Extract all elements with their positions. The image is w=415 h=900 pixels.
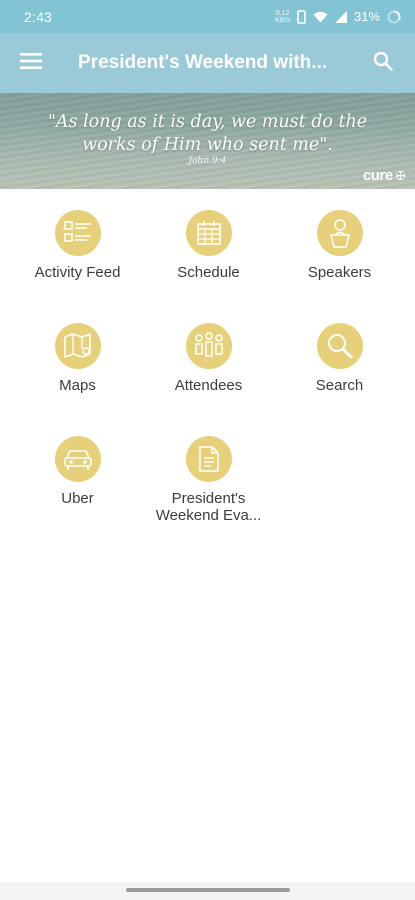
phone-icon — [297, 9, 306, 24]
banner-image[interactable]: "As long as it is day, we must do the wo… — [0, 93, 415, 189]
activity-feed-icon — [54, 210, 101, 256]
speaker-icon — [316, 210, 363, 256]
car-icon — [54, 436, 101, 482]
battery-icon — [387, 10, 401, 24]
search-icon — [373, 51, 393, 76]
hamburger-menu-icon — [20, 52, 42, 75]
attendees-icon — [185, 323, 232, 369]
page-title: President's Weekend with... — [78, 52, 328, 73]
network-speed-value: 0.12 — [275, 9, 290, 17]
map-icon — [54, 323, 101, 369]
battery-percent: 31% — [353, 9, 380, 24]
status-time: 2:43 — [24, 8, 53, 25]
navigation-bar — [0, 882, 415, 900]
banner-reference: John 9:4 — [188, 156, 227, 166]
tile-label: President's Weekend Eva... — [155, 490, 262, 524]
status-icons: 0.12 KB/s 31% — [275, 9, 401, 24]
document-icon — [185, 436, 232, 482]
cure-logo-text: cure — [362, 167, 393, 184]
tile-attendees[interactable]: Attendees — [143, 318, 274, 411]
tile-presidents-weekend-evaluation[interactable]: President's Weekend Eva... — [143, 431, 274, 524]
wifi-icon — [313, 11, 328, 23]
calendar-icon — [185, 210, 232, 256]
banner-quote: "As long as it is day, we must do the wo… — [47, 112, 368, 155]
tile-label: Attendees — [174, 377, 243, 394]
tile-schedule[interactable]: Schedule — [143, 205, 274, 298]
tile-search[interactable]: Search — [274, 318, 405, 411]
cure-logo: cure ✠ — [362, 167, 406, 184]
status-bar: 2:43 0.12 KB/s 31% — [0, 0, 415, 33]
search-icon — [316, 323, 363, 369]
tile-maps[interactable]: Maps — [12, 318, 143, 411]
tile-label: Speakers — [307, 264, 372, 281]
network-speed-unit: KB/s — [275, 16, 290, 24]
search-button[interactable] — [359, 33, 407, 93]
network-speed: 0.12 KB/s — [275, 10, 290, 24]
gesture-handle[interactable] — [126, 888, 290, 892]
tile-uber[interactable]: Uber — [12, 431, 143, 524]
menu-button[interactable] — [0, 33, 62, 93]
tile-speakers[interactable]: Speakers — [274, 205, 405, 298]
tile-label: Maps — [59, 377, 96, 394]
tile-label: Uber — [61, 490, 94, 507]
cell-signal-icon — [334, 10, 347, 23]
tile-label: Activity Feed — [34, 264, 121, 281]
app-bar: President's Weekend with... — [0, 33, 415, 93]
tile-activity-feed[interactable]: Activity Feed — [12, 205, 143, 298]
feature-grid: Activity Feed Schedule Speakers Maps Att… — [12, 205, 403, 524]
tile-label: Search — [315, 377, 364, 394]
tile-label: Schedule — [177, 264, 240, 281]
